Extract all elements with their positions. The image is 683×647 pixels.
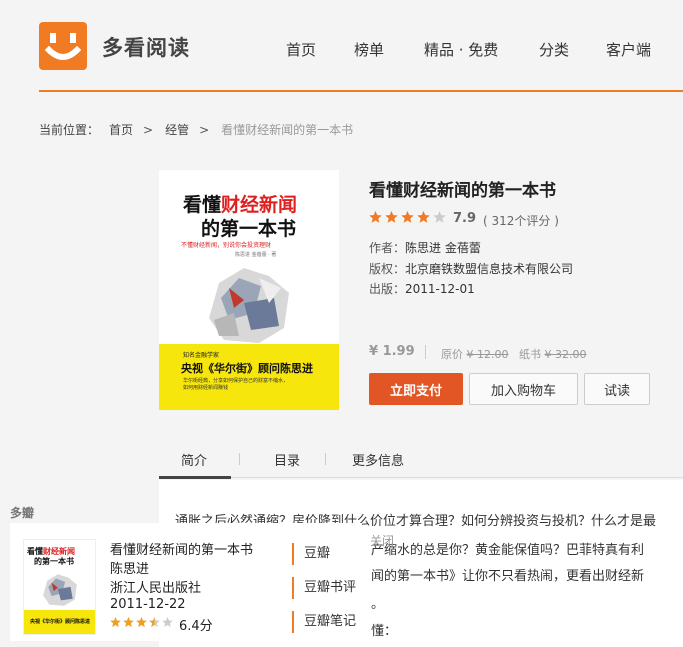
cover-subtitle: 不懂财经新闻，别说你会投资理财 xyxy=(181,242,272,249)
cover-band-line1: 知名金融学家 xyxy=(183,352,220,359)
breadcrumb-label: 当前位置： xyxy=(39,123,100,137)
cover-yellow-band: 知名金融学家 央视《华尔街》顾问陈思进 华尔街经典，分享如何保护自己的财富不缩水… xyxy=(159,344,339,410)
star-filled xyxy=(417,211,430,223)
tab-more-info[interactable]: 更多信息 xyxy=(352,450,404,469)
trial-read-button[interactable]: 试读 xyxy=(584,373,650,405)
douban-close-button[interactable]: 关闭 xyxy=(370,532,394,549)
nav-home[interactable]: 首页 xyxy=(286,39,316,60)
douban-notes-link[interactable]: 豆瓣笔记 xyxy=(292,611,356,633)
nav-premium-free[interactable]: 精品 · 免费 xyxy=(424,39,498,60)
duokan-logo-icon[interactable] xyxy=(39,22,87,70)
nav-client[interactable]: 客户端 xyxy=(606,39,651,60)
rating-stars-icon xyxy=(369,211,446,223)
star-filled xyxy=(136,617,147,627)
site-header: 多看阅读 首页 榜单 精品 · 免费 分类 客户端 xyxy=(0,0,683,90)
pay-now-button[interactable]: 立即支付 xyxy=(369,373,463,405)
book-title: 看懂财经新闻的第一本书 xyxy=(369,181,556,201)
star-filled xyxy=(385,211,398,223)
tab-intro[interactable]: 简介 xyxy=(181,450,207,469)
nav-rankings[interactable]: 榜单 xyxy=(354,39,384,60)
book-cover[interactable]: 看懂财经新闻 的第一本书 不懂财经新闻，别说你会投资理财 陈思进 金蓓蕾 · 著… xyxy=(159,170,339,410)
douban-book-cover[interactable]: 看懂财经新闻 的第一本书 央视《华尔街》顾问陈思进 xyxy=(23,539,96,635)
original-price: 原价 ¥ 12.00 xyxy=(441,348,509,361)
cover-title-line1: 看懂财经新闻 xyxy=(183,194,298,216)
breadcrumb-separator: > xyxy=(199,123,210,137)
star-filled xyxy=(369,211,382,223)
douban-rating-stars-icon xyxy=(110,617,173,627)
douban-review-link[interactable]: 豆瓣书评 xyxy=(292,577,356,599)
tab-separator xyxy=(325,453,326,465)
breadcrumb: 当前位置： 首页 > 经管 > 看懂财经新闻的第一本书 xyxy=(39,121,363,138)
rights-row: 版权：北京磨铁数盟信息技术有限公司 xyxy=(369,262,574,276)
add-to-cart-button[interactable]: 加入购物车 xyxy=(469,373,578,405)
douban-link[interactable]: 豆瓣 xyxy=(292,543,330,565)
nav-categories[interactable]: 分类 xyxy=(539,39,569,60)
tab-active-indicator xyxy=(159,476,231,479)
star-filled xyxy=(401,211,414,223)
breadcrumb-separator: > xyxy=(143,123,154,137)
douban-book-title: 看懂财经新闻的第一本书 xyxy=(110,543,254,558)
intro-paragraph: 。 xyxy=(371,597,385,612)
publish-row: 出版：2011-12-01 xyxy=(369,282,475,296)
breadcrumb-home[interactable]: 首页 xyxy=(109,123,133,137)
douban-date: 2011-12-22 xyxy=(110,597,186,612)
douban-publisher: 浙江人民出版社 xyxy=(110,581,202,596)
douban-card: 看懂财经新闻 的第一本书 央视《华尔街》顾问陈思进 看懂财经新闻的第一本书 陈思… xyxy=(10,523,362,641)
header-divider xyxy=(39,90,683,92)
douban-label: 多瓣 xyxy=(10,506,35,520)
cover-band-line2: 央视《华尔街》顾问陈思进 xyxy=(181,362,313,375)
douban-score: 6.4分 xyxy=(179,619,213,634)
crumpled-paper-image xyxy=(209,268,289,343)
tab-toc[interactable]: 目录 xyxy=(274,450,300,469)
intro-paragraph: 懂： xyxy=(371,624,398,639)
cover-band-desc: 华尔街经典，分享如何保护自己的财富不缩水， 如何用财经新闻赚钱 xyxy=(183,378,289,391)
price: ¥ 1.99 xyxy=(369,344,415,359)
rights-holder: 北京磨铁数盟信息技术有限公司 xyxy=(405,262,574,276)
douban-author: 陈思进 xyxy=(110,562,150,577)
breadcrumb-current: 看懂财经新闻的第一本书 xyxy=(221,123,354,137)
logo-text[interactable]: 多看阅读 xyxy=(102,32,190,62)
star-empty xyxy=(162,617,173,627)
intro-paragraph: 产缩水的总是你？黄金能保值吗？巴菲特真有利 xyxy=(371,543,645,558)
rating-score: 7.9 xyxy=(453,211,477,226)
tab-separator xyxy=(239,453,240,465)
intro-paragraph: 闻的第一本书》让你不只看热闹，更看出财经新 xyxy=(371,569,645,584)
publish-date: 2011-12-01 xyxy=(405,282,475,296)
cover-title-line2: 的第一本书 xyxy=(201,218,297,240)
price-divider xyxy=(425,345,426,359)
crumpled-paper-image xyxy=(43,574,77,606)
star-filled xyxy=(110,617,121,627)
star-filled xyxy=(123,617,134,627)
breadcrumb-category[interactable]: 经管 xyxy=(165,123,189,137)
author-name[interactable]: 陈思进 金蓓蕾 xyxy=(405,241,481,255)
detail-tabs: 简介 目录 更多信息 xyxy=(159,438,683,479)
cover-authors: 陈思进 金蓓蕾 · 著 xyxy=(235,252,277,258)
star-empty xyxy=(433,211,446,223)
paper-price: 纸书 ¥ 32.00 xyxy=(519,348,587,361)
rating-count[interactable]: ( 312个评分 ) xyxy=(483,212,559,229)
author-row: 作者：陈思进 金蓓蕾 xyxy=(369,241,481,255)
